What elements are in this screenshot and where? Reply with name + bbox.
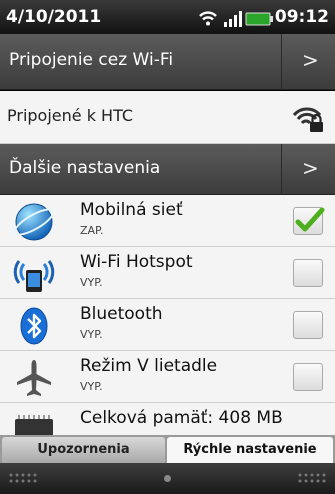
chevron-right-icon: > [302,48,319,72]
globe-icon [13,203,55,241]
item-status: VYP. [80,276,103,289]
list-item-wifi-hotspot[interactable]: Wi-Fi Hotspot VYP. [0,247,335,299]
connected-network-row[interactable]: Pripojené k HTC [0,91,335,144]
status-bar: 4/10/2011 09:12 [0,0,335,34]
item-status: VYP. [80,328,103,341]
status-icons [199,11,273,27]
wifi-lock-icon [292,107,323,132]
list-item-mobile-network[interactable]: Mobilná sieť ZAP. [0,195,335,247]
item-title: Mobilná sieť [80,200,183,220]
battery-icon [245,12,273,26]
grip-dots-left [8,472,38,484]
checkmark-icon [295,207,325,232]
item-title: Celková pamäť: 408 MB [80,408,283,428]
item-title: Bluetooth [80,304,163,324]
grip-dots-right [297,472,327,484]
cell-signal-icon [224,11,242,27]
wifi-signal-icon [199,11,217,26]
item-status: ZAP. [80,224,104,237]
tab-bar: Upozornenia Rýchle nastavenie [0,435,335,463]
wifi-connection-chevron[interactable]: > [281,34,335,90]
tab-notifications[interactable]: Upozornenia [2,437,165,463]
status-date: 4/10/2011 [6,7,102,27]
handle-center-dot [164,475,171,482]
wifi-hotspot-checkbox[interactable] [293,259,323,287]
chevron-right-icon: > [302,156,319,180]
item-title: Wi-Fi Hotspot [80,252,193,272]
connected-network-label: Pripojené k HTC [7,106,134,125]
airplane-icon [17,360,51,396]
wifi-connection-label: Pripojenie cez Wi-Fi [9,50,174,70]
bluetooth-icon [20,307,48,345]
wifi-hotspot-icon [13,260,55,292]
bluetooth-checkbox[interactable] [293,311,323,339]
status-time: 09:12 [274,7,329,27]
list-item-bluetooth[interactable]: Bluetooth VYP. [0,299,335,351]
drawer-handle[interactable] [0,463,335,494]
mobile-network-checkbox[interactable] [293,207,325,235]
memory-chip-icon [15,415,53,435]
more-settings-row[interactable]: Ďalšie nastavenia > [0,144,335,195]
quick-settings-list: Mobilná sieť ZAP. Wi-Fi Hotspot VYP. Blu… [0,195,335,435]
item-status: VYP. [80,380,103,393]
list-item-airplane-mode[interactable]: Režim V lietadle VYP. [0,351,335,403]
more-settings-label: Ďalšie nastavenia [9,158,161,178]
airplane-mode-checkbox[interactable] [293,363,323,391]
item-title: Režim V lietadle [80,356,218,376]
more-settings-chevron[interactable]: > [281,144,335,195]
list-item-memory[interactable]: Celková pamäť: 408 MB [0,403,335,435]
wifi-connection-row[interactable]: Pripojenie cez Wi-Fi > [0,34,335,90]
tab-quick-settings[interactable]: Rýchle nastavenie [167,437,333,463]
